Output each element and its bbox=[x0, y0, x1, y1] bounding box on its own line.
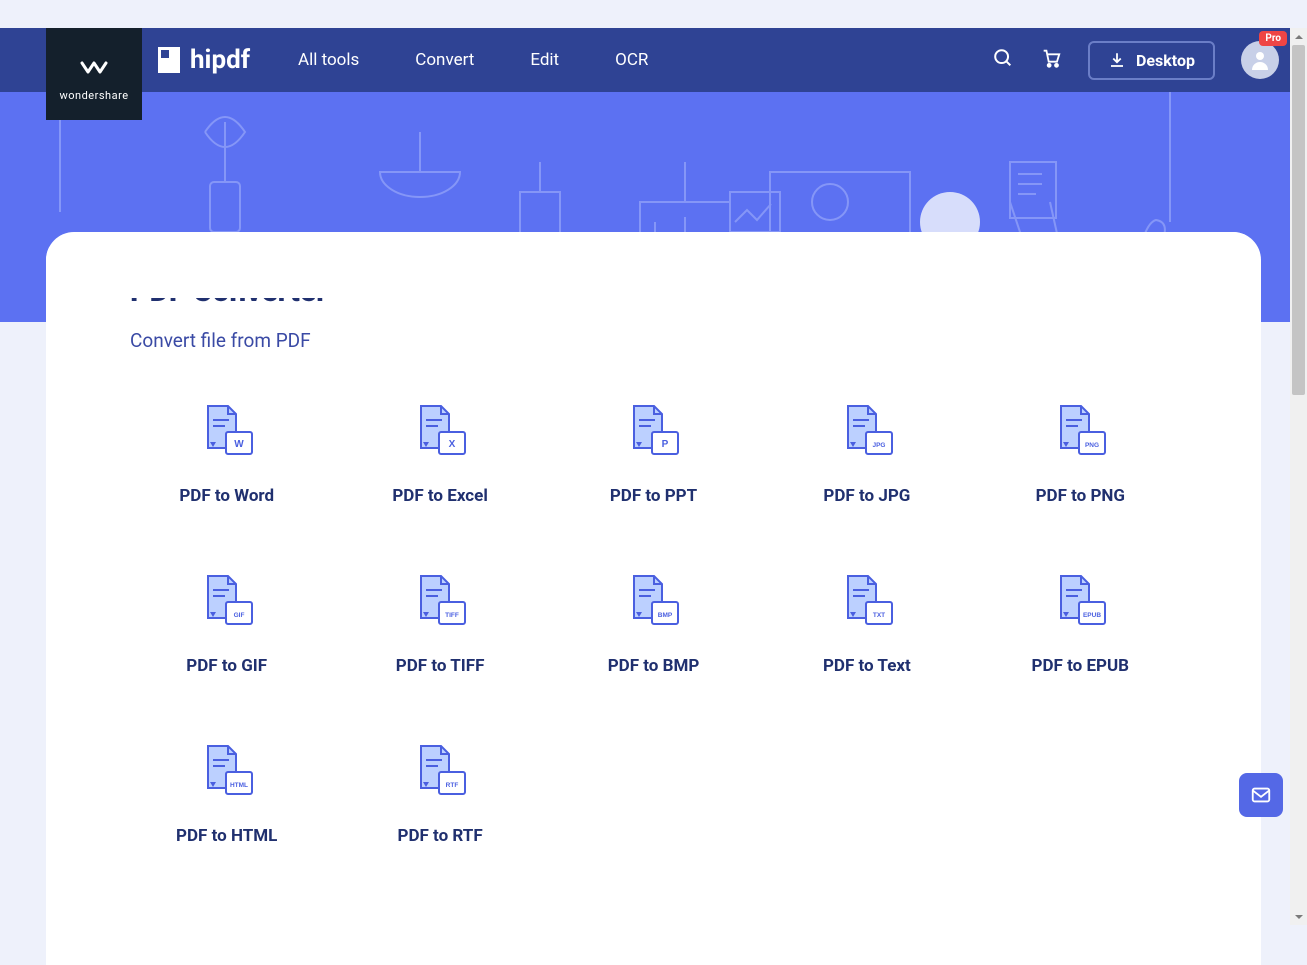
svg-text:HTML: HTML bbox=[230, 782, 248, 789]
hipdf-logo-icon bbox=[158, 47, 180, 73]
wondershare-logo-icon bbox=[79, 59, 109, 81]
tool-icon-pdf-to-rtf: RTF bbox=[409, 740, 471, 800]
scroll-up-arrow[interactable] bbox=[1290, 28, 1307, 45]
tools-grid: W PDF to Word X PDF to Excel P PDF t bbox=[130, 400, 1177, 846]
scroll-down-arrow[interactable] bbox=[1290, 908, 1307, 925]
svg-text:X: X bbox=[449, 439, 456, 450]
pro-badge: Pro bbox=[1259, 31, 1287, 46]
svg-text:P: P bbox=[662, 439, 669, 450]
brand-label: wondershare bbox=[59, 89, 128, 102]
tool-label: PDF to RTF bbox=[398, 826, 483, 846]
hipdf-logo[interactable]: hipdf bbox=[158, 45, 250, 75]
tool-icon-pdf-to-png: PNG bbox=[1049, 400, 1111, 460]
tool-label: PDF to Word bbox=[179, 486, 274, 506]
nav-ocr[interactable]: OCR bbox=[615, 50, 648, 70]
feedback-button[interactable] bbox=[1239, 773, 1283, 817]
content-card: PDF Converter Convert file from PDF W PD… bbox=[46, 232, 1261, 965]
svg-text:W: W bbox=[234, 439, 244, 450]
svg-text:EPUB: EPUB bbox=[1083, 612, 1101, 619]
search-icon[interactable] bbox=[992, 47, 1014, 73]
tool-pdf-to-jpg[interactable]: JPG PDF to JPG bbox=[770, 400, 963, 506]
tool-label: PDF to PPT bbox=[610, 486, 697, 506]
tool-label: PDF to BMP bbox=[608, 656, 700, 676]
svg-text:TXT: TXT bbox=[873, 612, 885, 619]
tool-label: PDF to Text bbox=[823, 656, 911, 676]
tool-icon-pdf-to-jpg: JPG bbox=[836, 400, 898, 460]
tool-pdf-to-html[interactable]: HTML PDF to HTML bbox=[130, 740, 323, 846]
tool-icon-pdf-to-epub: EPUB bbox=[1049, 570, 1111, 630]
tool-pdf-to-bmp[interactable]: BMP PDF to BMP bbox=[557, 570, 750, 676]
svg-text:RTF: RTF bbox=[446, 782, 459, 789]
tool-icon-pdf-to-html: HTML bbox=[196, 740, 258, 800]
svg-text:JPG: JPG bbox=[872, 442, 885, 449]
page-title: PDF Converter bbox=[130, 274, 1177, 309]
tool-pdf-to-gif[interactable]: GIF PDF to GIF bbox=[130, 570, 323, 676]
main-nav: All tools Convert Edit OCR bbox=[298, 50, 648, 70]
nav-edit[interactable]: Edit bbox=[530, 50, 559, 70]
tool-label: PDF to HTML bbox=[176, 826, 277, 846]
tool-pdf-to-epub[interactable]: EPUB PDF to EPUB bbox=[984, 570, 1177, 676]
tool-pdf-to-ppt[interactable]: P PDF to PPT bbox=[557, 400, 750, 506]
tool-icon-pdf-to-tiff: TIFF bbox=[409, 570, 471, 630]
tool-pdf-to-png[interactable]: PNG PDF to PNG bbox=[984, 400, 1177, 506]
tool-icon-pdf-to-excel: X bbox=[409, 400, 471, 460]
tool-label: PDF to JPG bbox=[823, 486, 910, 506]
tool-pdf-to-tiff[interactable]: TIFF PDF to TIFF bbox=[343, 570, 536, 676]
tool-pdf-to-word[interactable]: W PDF to Word bbox=[130, 400, 323, 506]
nav-all-tools[interactable]: All tools bbox=[298, 50, 359, 70]
tool-label: PDF to Excel bbox=[392, 486, 488, 506]
header: hipdf All tools Convert Edit OCR Desktop bbox=[0, 28, 1307, 92]
tool-pdf-to-rtf[interactable]: RTF PDF to RTF bbox=[343, 740, 536, 846]
tool-icon-pdf-to-bmp: BMP bbox=[622, 570, 684, 630]
tool-label: PDF to PNG bbox=[1036, 486, 1125, 506]
download-icon bbox=[1108, 51, 1126, 69]
cart-icon[interactable] bbox=[1040, 47, 1062, 73]
scrollbar[interactable] bbox=[1290, 28, 1307, 925]
tool-icon-pdf-to-gif: GIF bbox=[196, 570, 258, 630]
brand-wondershare[interactable]: wondershare bbox=[46, 28, 142, 120]
tool-pdf-to-text[interactable]: TXT PDF to Text bbox=[770, 570, 963, 676]
desktop-download-button[interactable]: Desktop bbox=[1088, 41, 1215, 80]
tool-icon-pdf-to-text: TXT bbox=[836, 570, 898, 630]
svg-text:GIF: GIF bbox=[233, 612, 244, 619]
tool-icon-pdf-to-word: W bbox=[196, 400, 258, 460]
tool-pdf-to-excel[interactable]: X PDF to Excel bbox=[343, 400, 536, 506]
tool-label: PDF to TIFF bbox=[396, 656, 485, 676]
avatar-icon bbox=[1248, 48, 1272, 72]
desktop-button-label: Desktop bbox=[1136, 51, 1195, 70]
page-subtitle: Convert file from PDF bbox=[130, 329, 1177, 352]
avatar[interactable]: Pro bbox=[1241, 41, 1279, 79]
tool-icon-pdf-to-ppt: P bbox=[622, 400, 684, 460]
svg-text:TIFF: TIFF bbox=[445, 612, 459, 619]
mail-icon bbox=[1250, 784, 1272, 806]
scroll-thumb[interactable] bbox=[1292, 45, 1305, 395]
tool-label: PDF to EPUB bbox=[1032, 656, 1130, 676]
tool-label: PDF to GIF bbox=[186, 656, 267, 676]
svg-text:PNG: PNG bbox=[1085, 442, 1099, 449]
nav-convert[interactable]: Convert bbox=[415, 50, 474, 70]
svg-text:BMP: BMP bbox=[658, 612, 673, 619]
hipdf-logo-text: hipdf bbox=[190, 45, 250, 75]
